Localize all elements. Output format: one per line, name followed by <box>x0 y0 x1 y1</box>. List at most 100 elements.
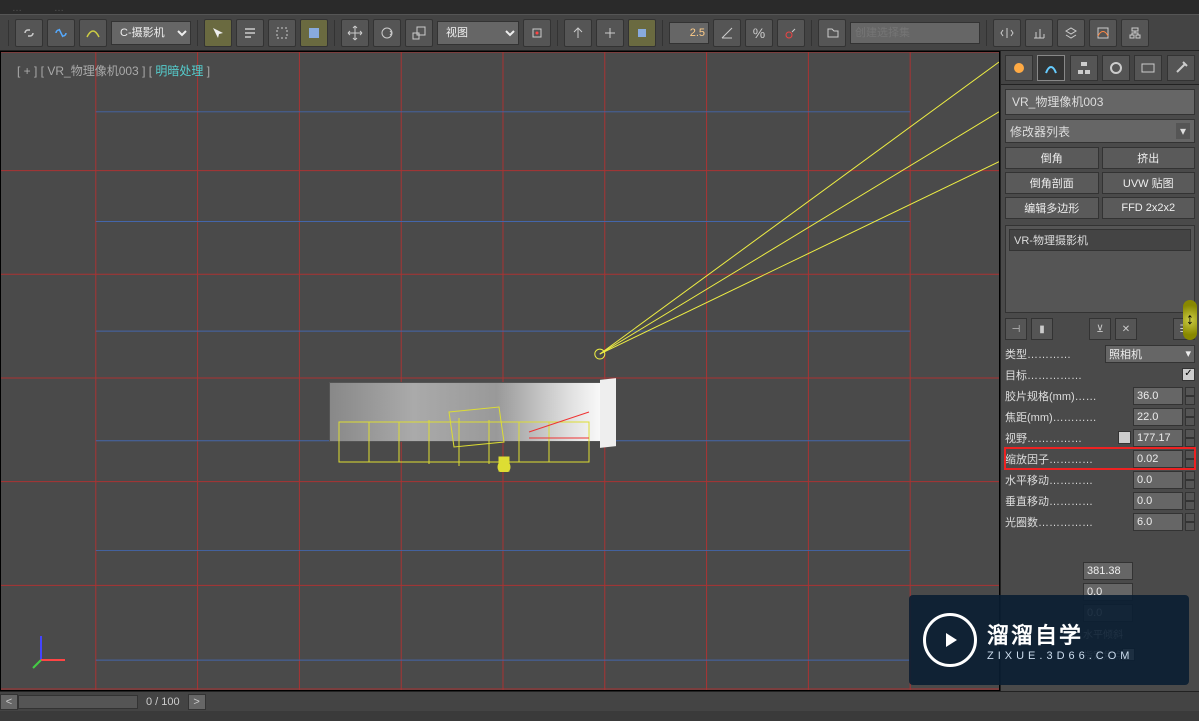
chevron-down-icon: ▾ <box>1176 123 1190 139</box>
stack-toolbar: ⊣ ▮ ⊻ ✕ ☰ <box>1001 315 1199 343</box>
unlink-icon[interactable] <box>47 19 75 47</box>
spinner[interactable] <box>1185 429 1195 447</box>
time-prev-button[interactable]: < <box>0 694 18 710</box>
panel-scroll-handle[interactable] <box>1183 300 1197 340</box>
pin-stack-icon[interactable]: ⊣ <box>1005 318 1027 340</box>
modifier-button[interactable]: 倒角 <box>1005 147 1099 169</box>
select-object-button[interactable] <box>204 19 232 47</box>
time-slider-track[interactable] <box>18 695 138 709</box>
param-vertical-shift: 垂直移动………… 0.0 <box>1005 490 1195 511</box>
modifier-button[interactable]: FFD 2x2x2 <box>1102 197 1196 219</box>
viewport-grid <box>1 52 999 690</box>
modifier-stack[interactable]: VR-物理摄影机 <box>1005 225 1195 313</box>
motion-tab-icon[interactable] <box>1102 55 1130 81</box>
scale-button[interactable] <box>405 19 433 47</box>
modifier-list-select[interactable]: 修改器列表 ▾ <box>1005 119 1195 143</box>
frame-indicator: 0 / 100 <box>138 696 188 708</box>
curve-editor-button[interactable] <box>1089 19 1117 47</box>
params-rollout: 类型………… 照相机▾ 目标…………… 胶片规格(mm)…… 36.0 焦距(m… <box>1001 343 1199 532</box>
hshift-input[interactable]: 0.0 <box>1133 471 1183 489</box>
rotate-button[interactable] <box>373 19 401 47</box>
named-sets-button[interactable] <box>818 19 846 47</box>
param-fstop: 光圈数…………… 6.0 <box>1005 511 1195 532</box>
time-next-button[interactable]: > <box>188 694 206 710</box>
watermark-url: ZIXUE.3D66.COM <box>987 650 1133 662</box>
toolbar-separator <box>8 20 9 46</box>
utilities-tab-icon[interactable] <box>1167 55 1195 81</box>
reference-coord-select[interactable]: 视图 <box>437 21 519 45</box>
layers-button[interactable] <box>1057 19 1085 47</box>
toolbar-separator <box>197 20 198 46</box>
selection-set-input[interactable] <box>850 22 980 44</box>
menubar: … … <box>0 0 1199 14</box>
spinner[interactable] <box>1185 513 1195 531</box>
remove-modifier-icon[interactable]: ✕ <box>1115 318 1137 340</box>
scene-geometry <box>329 382 609 472</box>
display-tab-icon[interactable] <box>1134 55 1162 81</box>
toolbar-separator <box>986 20 987 46</box>
snap-toggle-button[interactable] <box>628 19 656 47</box>
spinner-snap-button[interactable] <box>777 19 805 47</box>
align-button[interactable] <box>1025 19 1053 47</box>
param-type: 类型………… 照相机▾ <box>1005 343 1195 364</box>
main-toolbar: C-摄影机 视图 2.5 % <box>0 14 1199 51</box>
vshift-input[interactable]: 0.0 <box>1133 492 1183 510</box>
spinner[interactable] <box>1185 450 1195 468</box>
type-select[interactable]: 照相机▾ <box>1105 345 1195 363</box>
spinner[interactable] <box>1185 492 1195 510</box>
hierarchy-tab-icon[interactable] <box>1070 55 1098 81</box>
modifier-button[interactable]: 倒角剖面 <box>1005 172 1099 194</box>
create-tab-icon[interactable] <box>1005 55 1033 81</box>
bind-icon[interactable] <box>79 19 107 47</box>
move-button[interactable] <box>341 19 369 47</box>
modifier-buttons-grid: 倒角 挤出 倒角剖面 UVW 贴图 编辑多边形 FFD 2x2x2 <box>1001 147 1199 223</box>
viewport-label[interactable]: [ + ] [ VR_物理像机003 ] [ 明暗处理 ] <box>17 62 210 79</box>
percent-snap-button[interactable]: % <box>745 19 773 47</box>
spinner[interactable] <box>1185 408 1195 426</box>
watermark-logo-icon <box>923 613 977 667</box>
zoom-factor-input[interactable]: 0.02 <box>1133 450 1183 468</box>
keyboard-shortcut-button[interactable] <box>596 19 624 47</box>
focal-length-input[interactable]: 22.0 <box>1133 408 1183 426</box>
manipulate-button[interactable] <box>564 19 592 47</box>
pivot-button[interactable] <box>523 19 551 47</box>
modify-tab-icon[interactable] <box>1037 55 1065 81</box>
spinner[interactable] <box>1185 471 1195 489</box>
show-result-icon[interactable]: ▮ <box>1031 318 1053 340</box>
film-gauge-input[interactable]: 36.0 <box>1133 387 1183 405</box>
link-icon[interactable] <box>15 19 43 47</box>
world-axis-gizmo <box>31 630 71 670</box>
param-fov: 视野…………… 177.17 <box>1005 427 1195 448</box>
modifier-button[interactable]: 编辑多边形 <box>1005 197 1099 219</box>
target-checkbox[interactable] <box>1182 368 1195 381</box>
viewport[interactable]: [ + ] [ VR_物理像机003 ] [ 明暗处理 ] <box>0 51 1000 691</box>
param-horizontal-shift: 水平移动………… 0.0 <box>1005 469 1195 490</box>
select-by-name-button[interactable] <box>236 19 264 47</box>
schematic-button[interactable] <box>1121 19 1149 47</box>
fstop-input[interactable]: 6.0 <box>1133 513 1183 531</box>
param-zoom-factor: 缩放因子………… 0.02 <box>1005 448 1195 469</box>
object-name-field[interactable]: VR_物理像机003 <box>1005 89 1195 115</box>
watermark-overlay: 溜溜自学 ZIXUE.3D66.COM <box>909 595 1189 685</box>
make-unique-icon[interactable]: ⊻ <box>1089 318 1111 340</box>
angle-snap-button[interactable] <box>713 19 741 47</box>
toolbar-separator <box>334 20 335 46</box>
window-crossing-button[interactable] <box>300 19 328 47</box>
time-slider-bar: < 0 / 100 > <box>0 691 1199 711</box>
param-film-gauge: 胶片规格(mm)…… 36.0 <box>1005 385 1195 406</box>
camera-view-select[interactable]: C-摄影机 <box>111 21 191 45</box>
toolbar-separator <box>811 20 812 46</box>
toolbar-separator <box>662 20 663 46</box>
param-target: 目标…………… <box>1005 364 1195 385</box>
angle-snap-value[interactable]: 2.5 <box>669 22 709 44</box>
toolbar-separator <box>557 20 558 46</box>
selection-region-button[interactable] <box>268 19 296 47</box>
panel-tabs <box>1001 51 1199 85</box>
fov-checkbox[interactable] <box>1118 431 1131 444</box>
modifier-button[interactable]: UVW 贴图 <box>1102 172 1196 194</box>
stack-item[interactable]: VR-物理摄影机 <box>1009 229 1191 251</box>
spinner[interactable] <box>1185 387 1195 405</box>
fov-input[interactable]: 177.17 <box>1133 429 1183 447</box>
mirror-button[interactable] <box>993 19 1021 47</box>
modifier-button[interactable]: 挤出 <box>1102 147 1196 169</box>
